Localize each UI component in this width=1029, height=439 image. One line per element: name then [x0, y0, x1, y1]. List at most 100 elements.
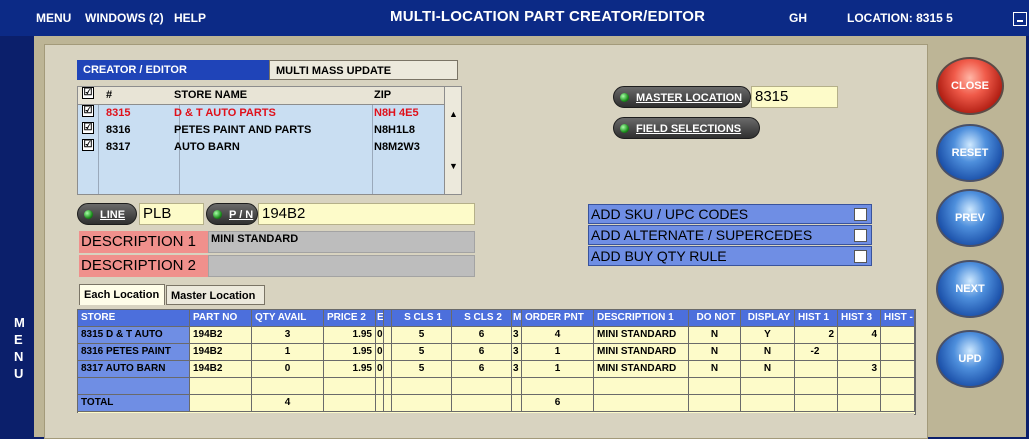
part-number-field[interactable]: 194B2 — [258, 203, 475, 225]
scroll-up-icon[interactable]: ▲ — [449, 109, 458, 119]
master-location-field[interactable]: 8315 — [751, 86, 838, 108]
side-menu[interactable]: M E N U — [0, 36, 34, 437]
cell-part-no[interactable]: 194B2 — [190, 344, 252, 361]
cell-description-1[interactable]: MINI STANDARD — [594, 344, 689, 361]
add-sku-upc-option[interactable]: ADD SKU / UPC CODES — [588, 204, 872, 224]
add-buy-qty-option[interactable]: ADD BUY QTY RULE — [588, 246, 872, 266]
cell-hist-3[interactable]: 3 — [838, 361, 881, 378]
table-row[interactable]: 8315 D & T AUTO 194B2 3 1.95 0 5 6 3 4 M… — [78, 327, 915, 344]
cell-qty-avail[interactable]: 0 — [252, 361, 324, 378]
close-button[interactable]: CLOSE — [936, 57, 1004, 115]
cell-do-not[interactable]: N — [689, 327, 741, 344]
cell-part-no[interactable]: 194B2 — [190, 327, 252, 344]
tab-master-location[interactable]: Master Location — [166, 285, 265, 305]
table-row-empty[interactable] — [78, 378, 915, 395]
cell-m[interactable]: 3 — [512, 327, 522, 344]
table-row[interactable]: 8316 PETES PAINT 194B2 1 1.95 0 5 6 3 1 … — [78, 344, 915, 361]
cell-price-2[interactable]: 1.95 — [324, 327, 376, 344]
cell-e[interactable]: 0 — [376, 361, 384, 378]
store-row[interactable]: ☑ 8315 D & T AUTO PARTS N8H 4E5 — [78, 105, 444, 122]
cell-order-pnt[interactable]: 1 — [522, 344, 594, 361]
line-button[interactable]: LINE — [77, 203, 137, 225]
store-checkbox[interactable]: ☑ — [82, 139, 94, 151]
cell-s-cls-2[interactable]: 6 — [452, 327, 512, 344]
description-2-field[interactable] — [208, 255, 475, 277]
cell-qty-avail[interactable]: 3 — [252, 327, 324, 344]
add-sku-upc-checkbox[interactable] — [854, 208, 867, 221]
cell-blank[interactable] — [384, 327, 392, 344]
store-row[interactable]: ☑ 8316 PETES PAINT AND PARTS N8H1L8 — [78, 122, 444, 139]
cell-blank[interactable] — [384, 361, 392, 378]
store-list-scrollbar[interactable]: ▲ ▼ — [444, 87, 461, 194]
table-row[interactable]: 8317 AUTO BARN 194B2 0 1.95 0 5 6 3 1 MI… — [78, 361, 915, 378]
cell-do-not[interactable]: N — [689, 361, 741, 378]
tab-multi-mass-update[interactable]: MULTI MASS UPDATE — [269, 60, 458, 80]
menu-item-help[interactable]: HELP — [174, 11, 206, 25]
cell-s-cls-1[interactable]: 5 — [392, 344, 452, 361]
upd-button[interactable]: UPD — [936, 330, 1004, 388]
description-1-field[interactable]: MINI STANDARD — [208, 231, 475, 253]
col-store: STORE — [78, 310, 190, 327]
cell-e[interactable]: 0 — [376, 327, 384, 344]
reset-button[interactable]: RESET — [936, 124, 1004, 182]
col-m: M — [512, 310, 522, 327]
line-label: LINE — [100, 209, 126, 221]
cell-e[interactable]: 0 — [376, 344, 384, 361]
cell-display[interactable]: Y — [741, 327, 795, 344]
cell-hist-1[interactable]: 2 — [795, 327, 838, 344]
cell-qty-avail[interactable]: 1 — [252, 344, 324, 361]
cell-s-cls-1[interactable]: 5 — [392, 327, 452, 344]
cell-hist-3[interactable]: 4 — [838, 327, 881, 344]
cell-hist-3[interactable] — [838, 344, 881, 361]
cell-s-cls-1[interactable]: 5 — [392, 361, 452, 378]
add-alternate-checkbox[interactable] — [854, 229, 867, 242]
tab-each-location[interactable]: Each Location — [79, 284, 165, 305]
cell-order-pnt[interactable]: 4 — [522, 327, 594, 344]
cell-hist-more[interactable] — [881, 327, 915, 344]
cell-m[interactable]: 3 — [512, 361, 522, 378]
store-checkbox[interactable]: ☑ — [82, 122, 94, 134]
cell-description-1[interactable]: MINI STANDARD — [594, 361, 689, 378]
add-alternate-option[interactable]: ADD ALTERNATE / SUPERCEDES — [588, 225, 872, 245]
minimize-icon[interactable] — [1013, 12, 1027, 26]
cell-description-1[interactable]: MINI STANDARD — [594, 327, 689, 344]
store-zip: N8H 4E5 — [374, 107, 419, 119]
cell-price-2[interactable]: 1.95 — [324, 361, 376, 378]
store-row[interactable]: ☑ 8317 AUTO BARN N8M2W3 — [78, 139, 444, 156]
cell-blank[interactable] — [384, 344, 392, 361]
cell-display[interactable]: N — [741, 344, 795, 361]
next-button[interactable]: NEXT — [936, 260, 1004, 318]
cell-hist-more[interactable] — [881, 361, 915, 378]
cell-hist-more[interactable] — [881, 344, 915, 361]
description-1-label: DESCRIPTION 1 — [79, 231, 208, 253]
cell-hist-1[interactable]: -2 — [795, 344, 838, 361]
header-store-name: STORE NAME — [174, 89, 248, 101]
cell-s-cls-2[interactable]: 6 — [452, 344, 512, 361]
cell-m[interactable]: 3 — [512, 344, 522, 361]
store-number: 8317 — [106, 141, 131, 153]
prev-button[interactable]: PREV — [936, 189, 1004, 247]
cell-part-no[interactable]: 194B2 — [190, 361, 252, 378]
cell-hist-1[interactable] — [795, 361, 838, 378]
cell-order-pnt[interactable]: 1 — [522, 361, 594, 378]
side-menu-letter: E — [14, 332, 23, 347]
select-all-checkbox[interactable]: ☑ — [82, 87, 94, 99]
scroll-down-icon[interactable]: ▼ — [449, 161, 458, 171]
side-menu-letter: U — [14, 366, 24, 381]
cell-store — [78, 378, 190, 395]
tab-creator-editor[interactable]: CREATOR / EDITOR — [77, 60, 269, 80]
cell-price-2[interactable]: 1.95 — [324, 344, 376, 361]
cell-do-not[interactable]: N — [689, 344, 741, 361]
menu-item-menu[interactable]: MENU — [36, 11, 71, 25]
cell-display[interactable]: N — [741, 361, 795, 378]
total-row: TOTAL 4 6 — [78, 395, 915, 412]
window-title: MULTI-LOCATION PART CREATOR/EDITOR — [390, 8, 706, 25]
field-selections-button[interactable]: FIELD SELECTIONS — [613, 117, 760, 139]
master-location-button[interactable]: MASTER LOCATION — [613, 86, 751, 108]
menu-item-windows[interactable]: WINDOWS (2) — [85, 11, 164, 25]
line-field[interactable]: PLB — [139, 203, 204, 225]
add-buy-qty-checkbox[interactable] — [854, 250, 867, 263]
cell-s-cls-2[interactable]: 6 — [452, 361, 512, 378]
store-checkbox[interactable]: ☑ — [82, 105, 94, 117]
part-number-button[interactable]: P / N — [206, 203, 258, 225]
